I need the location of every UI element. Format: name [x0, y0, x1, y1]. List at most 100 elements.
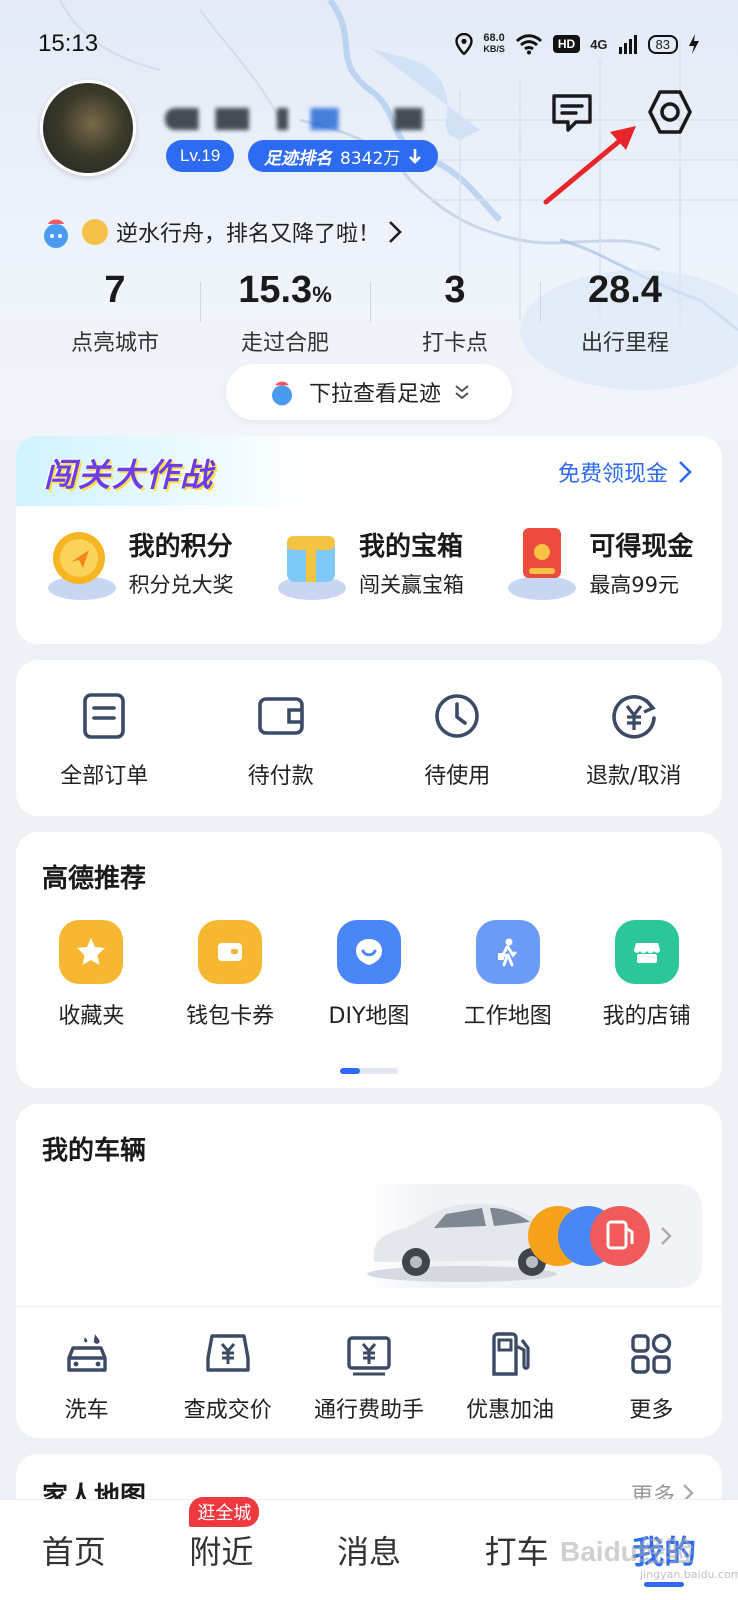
footprint-rank-badge[interactable]: 足迹排名 8342万 — [248, 140, 439, 172]
challenge-item-title: 可得现金 — [589, 531, 694, 562]
stat-value: 15.3% — [238, 269, 332, 311]
service-label: 优惠加油 — [466, 1398, 555, 1423]
car-price-icon — [206, 1334, 250, 1372]
challenge-item-subtitle: 积分兑大奖 — [128, 572, 234, 597]
challenge-item-subtitle: 闯关赢宝箱 — [358, 572, 464, 597]
slogan-text: 逆水行舟，排名又降了啦！ — [116, 222, 381, 247]
vehicle-title: 我的车辆 — [42, 1136, 147, 1166]
toll-icon — [347, 1336, 391, 1376]
service-toll[interactable]: 通行费助手 — [299, 1328, 439, 1424]
stats-row: 7 点亮城市 15.3% 走过合肥 3 打卡点 28.4 出行里程 — [30, 266, 710, 356]
stat-label: 点亮城市 — [70, 331, 159, 356]
challenge-card: 闯关大作战 免费领现金 我的积分 积分兑大奖 我的宝箱 闯关赢宝箱 可得现金 最… — [16, 436, 722, 644]
order-pending-payment[interactable]: 待付款 — [201, 690, 361, 790]
stat-label: 打卡点 — [421, 331, 488, 356]
bottom-nav: 首页 逛全城 附近 消息 打车 我的 — [0, 1497, 738, 1600]
order-to-use[interactable]: 待使用 — [377, 690, 537, 790]
rec-label: 我的店铺 — [602, 1004, 691, 1029]
mascot-icon — [271, 381, 292, 406]
username-redacted — [165, 108, 445, 130]
pull-hint-text: 下拉查看足迹 — [308, 382, 441, 407]
arrow-down-icon — [409, 149, 422, 164]
order-label: 待付款 — [247, 764, 314, 789]
avatar[interactable] — [40, 80, 136, 176]
double-chevron-down-icon — [455, 385, 469, 400]
pull-to-view-footprint[interactable]: 下拉查看足迹 — [226, 364, 512, 420]
service-car-price[interactable]: 查成交价 — [158, 1328, 298, 1424]
settings-icon[interactable] — [644, 86, 696, 138]
orders-row: 全部订单 待付款 待使用 退款/取消 — [16, 660, 722, 790]
service-more[interactable]: 更多 — [581, 1328, 721, 1424]
nav-messages[interactable]: 消息 — [309, 1527, 429, 1573]
refund-icon — [612, 695, 656, 739]
challenge-item-subtitle: 最高99元 — [589, 572, 680, 597]
challenge-item-title: 我的积分 — [128, 531, 233, 562]
challenge-item-treasure[interactable]: 我的宝箱 闯关赢宝箱 — [275, 522, 464, 602]
challenge-item-points[interactable]: 我的积分 积分兑大奖 — [45, 522, 234, 602]
nav-home[interactable]: 首页 — [14, 1527, 134, 1573]
nav-mine[interactable]: 我的 — [604, 1527, 724, 1587]
rec-item-wallet[interactable]: 钱包卡券 — [165, 920, 295, 1030]
shop-icon — [614, 920, 679, 984]
challenge-items: 我的积分 积分兑大奖 我的宝箱 闯关赢宝箱 可得现金 最高99元 — [16, 522, 722, 602]
hd-badge: HD — [552, 35, 581, 53]
nav-badge: 逛全城 — [189, 1497, 260, 1527]
stat-checkins[interactable]: 3 打卡点 — [370, 266, 540, 356]
charging-icon — [689, 34, 699, 54]
status-time: 15:13 — [38, 30, 99, 57]
watermark-sub: jingyan.baidu.com — [640, 1568, 738, 1581]
stat-value: 3 — [444, 269, 466, 311]
challenge-item-title: 我的宝箱 — [358, 531, 463, 562]
chevron-right-icon — [389, 221, 402, 243]
wallet-card-icon — [198, 920, 263, 984]
network-speed: 68.0 KB/S — [483, 33, 505, 55]
car-illustration-icon — [367, 1203, 672, 1282]
stat-label: 走过合肥 — [240, 331, 329, 356]
diy-map-icon — [336, 920, 401, 984]
nav-taxi[interactable]: 打车 — [457, 1527, 577, 1573]
free-cash-link[interactable]: 免费领现金 — [558, 456, 692, 488]
mascot-icon — [44, 219, 68, 248]
rank-slogan[interactable]: 逆水行舟，排名又降了啦！ — [38, 212, 402, 252]
recommend-title: 高德推荐 — [42, 864, 147, 894]
nav-nearby[interactable]: 逛全城 附近 — [161, 1497, 281, 1573]
order-all[interactable]: 全部订单 — [24, 690, 184, 790]
location-icon — [455, 33, 474, 55]
rec-label: 工作地图 — [463, 1004, 552, 1029]
speed-unit: KB/S — [483, 44, 505, 54]
order-label: 退款/取消 — [586, 764, 682, 789]
service-label: 洗车 — [64, 1398, 109, 1423]
service-car-wash[interactable]: 洗车 — [17, 1328, 157, 1424]
clock-icon — [435, 694, 480, 738]
page-indicator — [340, 1068, 398, 1074]
order-list-icon — [83, 693, 126, 739]
order-refund[interactable]: 退款/取消 — [554, 690, 714, 790]
rec-item-work-map[interactable]: 工作地图 — [443, 920, 573, 1030]
order-label: 全部订单 — [60, 764, 149, 789]
battery-level: 83 — [647, 34, 678, 54]
chevron-right-icon — [679, 461, 692, 483]
recommend-card: 高德推荐 收藏夹 钱包卡券 DIY地图 工作地图 我的店铺 — [16, 832, 722, 1088]
stat-mileage[interactable]: 28.4 出行里程 — [540, 266, 710, 356]
nav-label: 附近 — [189, 1533, 254, 1571]
vehicle-panel[interactable] — [362, 1184, 702, 1288]
status-bar: 15:13 68.0 KB/S HD 4G 83 — [0, 22, 738, 66]
challenge-item-cash[interactable]: 可得现金 最高99元 — [505, 522, 693, 602]
orders-card: 全部订单 待付款 待使用 退款/取消 — [16, 660, 722, 816]
annotation-arrow — [543, 126, 636, 205]
level-badge[interactable]: Lv.19 — [166, 140, 235, 172]
service-label: 更多 — [629, 1398, 674, 1423]
speed-value: 68.0 — [483, 32, 505, 44]
rec-item-shop[interactable]: 我的店铺 — [582, 920, 712, 1030]
coin-icon — [47, 532, 116, 600]
stat-lit-cities[interactable]: 7 点亮城市 — [30, 266, 200, 356]
rec-item-diy-map[interactable]: DIY地图 — [304, 920, 434, 1030]
rec-item-favorites[interactable]: 收藏夹 — [26, 920, 156, 1030]
red-envelope-icon — [508, 528, 577, 600]
service-label: 通行费助手 — [313, 1398, 424, 1423]
challenge-title[interactable]: 闯关大作战 — [44, 450, 214, 496]
status-icons: 68.0 KB/S HD 4G 83 — [455, 33, 700, 55]
stat-hefei-coverage[interactable]: 15.3% 走过合肥 — [200, 266, 370, 356]
stat-label: 出行里程 — [580, 331, 669, 356]
service-fuel[interactable]: 优惠加油 — [440, 1328, 580, 1424]
